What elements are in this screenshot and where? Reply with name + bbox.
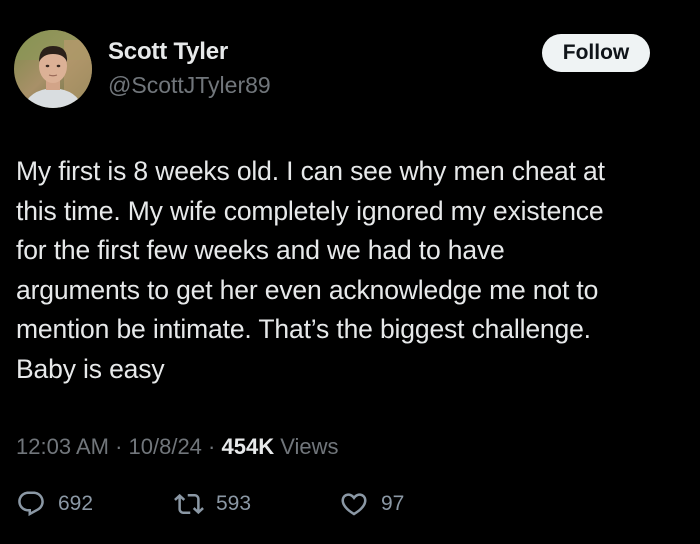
user-handle[interactable]: @ScottJTyler89 — [108, 72, 271, 99]
meta-separator: · — [108, 434, 129, 459]
avatar-image — [14, 30, 92, 108]
tweet-time[interactable]: 12:03 AM — [16, 434, 109, 459]
repost-icon — [174, 493, 204, 515]
views-label: Views — [274, 434, 339, 459]
like-button[interactable]: 97 — [339, 487, 404, 521]
tweet-meta: 12:03 AM · 10/8/24 · 454K Views — [16, 434, 338, 460]
like-count: 97 — [381, 492, 405, 515]
like-icon — [341, 493, 367, 516]
tweet-text: My first is 8 weeks old. I can see why m… — [16, 156, 605, 384]
reply-button[interactable]: 692 — [16, 487, 93, 521]
avatar[interactable] — [14, 30, 92, 108]
display-name[interactable]: Scott Tyler — [108, 38, 228, 66]
repost-button[interactable]: 593 — [174, 487, 251, 521]
follow-button[interactable]: Follow — [542, 34, 650, 72]
meta-separator: · — [201, 434, 222, 459]
views-count: 454K — [221, 434, 275, 459]
tweet-date[interactable]: 10/8/24 — [129, 434, 202, 459]
reply-count: 692 — [58, 492, 94, 515]
repost-count: 593 — [216, 492, 252, 515]
reply-icon — [18, 491, 44, 517]
